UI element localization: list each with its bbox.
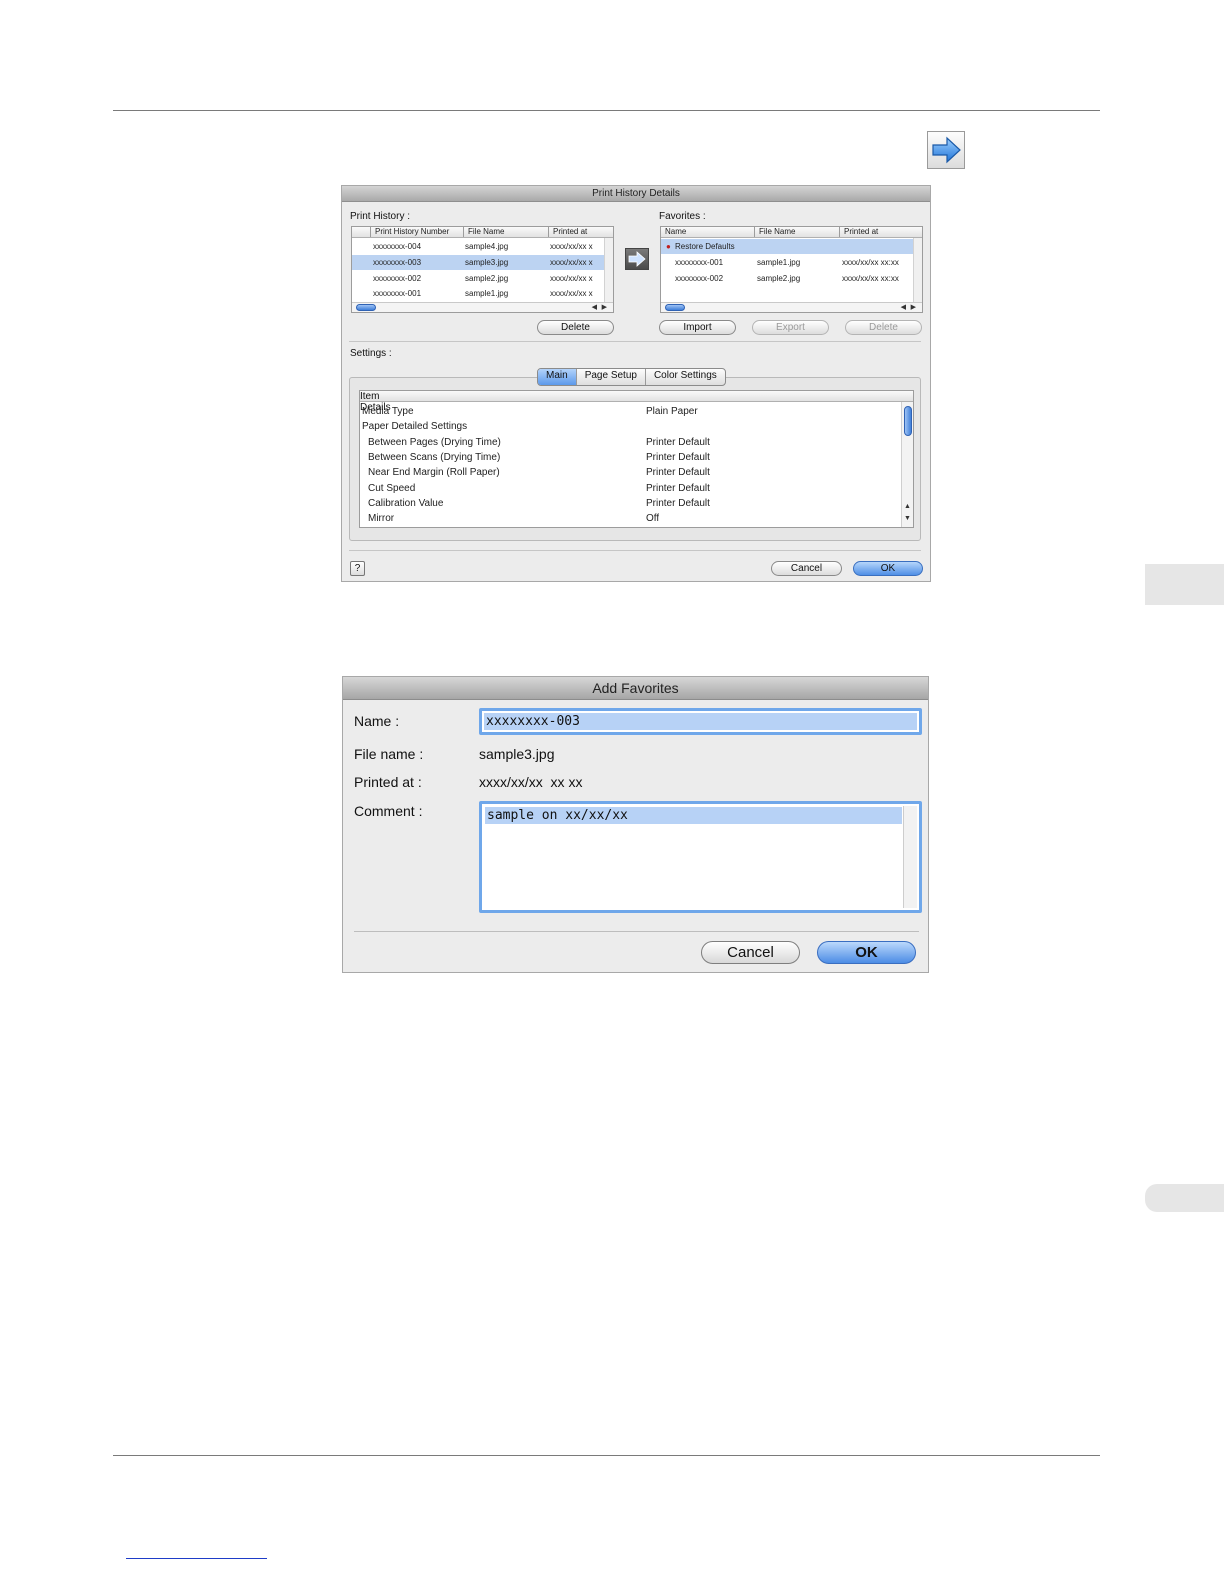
scroll-thumb[interactable] [904,406,912,436]
add-favorites-arrow-icon [927,131,965,169]
tab-page-setup[interactable]: Page Setup [575,369,645,385]
table-row[interactable]: xxxxxxxx-004 sample4.jpg xxxx/xx/xx x [352,239,613,254]
scroll-right-icon[interactable]: ▶ [911,303,916,312]
list-item[interactable]: Between Scans (Drying Time) Printer Defa… [360,450,900,465]
list-item[interactable]: Mirror Off [360,511,900,526]
name-label: Name : [354,713,400,729]
delete-history-button[interactable]: Delete [537,320,614,335]
list-header: Item Details [360,391,913,413]
column-header[interactable]: Item [360,391,635,402]
list-header: Print History Number File Name Printed a… [352,227,613,238]
scroll-left-icon[interactable]: ◀ [592,303,597,312]
delete-favorite-button[interactable]: Delete [845,320,922,335]
cancel-button[interactable]: Cancel [701,941,800,964]
footer-link-underline [126,1558,267,1559]
scroll-down-icon[interactable]: ▼ [904,514,911,524]
ok-button[interactable]: OK [853,561,923,576]
column-header[interactable]: File Name [463,227,546,237]
printed-at-value: xxxx/xx/xx xx xx [479,774,583,790]
cancel-button[interactable]: Cancel [771,561,842,576]
print-history-label: Print History : [350,211,411,222]
column-header[interactable]: Name [661,227,751,237]
scroll-thumb[interactable] [356,304,376,311]
top-rule [113,110,1100,111]
scroll-thumb[interactable] [665,304,685,311]
vertical-scrollbar[interactable]: ▲ ▼ [901,402,913,527]
divider [354,931,919,932]
favorites-list[interactable]: Name File Name Printed at ● Restore Defa… [660,226,923,313]
list-item[interactable]: Near End Margin (Roll Paper) Printer Def… [360,465,900,480]
table-row[interactable]: xxxxxxxx-002 sample2.jpg xxxx/xx/xx x [352,271,613,286]
column-header[interactable]: Print History Number [370,227,461,237]
table-row[interactable]: ● Restore Defaults [661,239,922,254]
dialog-title: Add Favorites [343,677,928,700]
scroll-left-icon[interactable]: ◀ [901,303,906,312]
favorites-label: Favorites : [659,211,706,222]
table-row[interactable]: xxxxxxxx-001 sample1.jpg xxxx/xx/xx xx:x… [661,255,922,270]
list-item[interactable]: Cut Speed Printer Default [360,481,900,496]
add-to-favorites-button[interactable] [625,248,649,270]
help-icon: ? [354,563,361,574]
import-button[interactable]: Import [659,320,736,335]
table-row[interactable]: xxxxxxxx-001 sample1.jpg xxxx/xx/xx x [352,286,613,301]
tab-main[interactable]: Main [538,369,576,385]
printed-at-label: Printed at : [354,774,422,790]
horizontal-scrollbar[interactable]: ◀ ▶ [661,302,922,312]
table-row[interactable]: xxxxxxxx-002 sample2.jpg xxxx/xx/xx xx:x… [661,271,922,286]
table-row[interactable]: xxxxxxxx-003 sample3.jpg xxxx/xx/xx x [352,255,613,270]
comment-label: Comment : [354,803,423,819]
list-item[interactable]: Media Type Plain Paper [360,404,900,419]
print-history-details-dialog: Print History Details Print History : Fa… [341,185,931,582]
comment-field[interactable]: sample on xx/xx/xx [479,801,922,913]
bullet-icon: ● [666,242,671,251]
add-favorites-dialog: Add Favorites Name : xxxxxxxx-003 File n… [342,676,929,973]
scroll-up-icon[interactable]: ▲ [904,502,911,512]
export-button[interactable]: Export [752,320,829,335]
column-header[interactable]: File Name [754,227,837,237]
settings-tabs: Main Page Setup Color Settings [537,368,726,386]
divider [349,550,921,551]
section-side-tab [1145,1184,1224,1212]
dialog-title: Print History Details [342,186,930,202]
vertical-scrollbar[interactable] [604,238,613,302]
divider [349,341,921,342]
horizontal-scrollbar[interactable]: ◀ ▶ [352,302,613,312]
help-button[interactable]: ? [350,561,365,576]
chapter-side-tab [1145,564,1224,605]
vertical-scrollbar[interactable] [913,238,922,302]
tab-color-settings[interactable]: Color Settings [644,369,725,385]
name-field[interactable]: xxxxxxxx-003 [479,708,922,735]
settings-label: Settings : [350,348,392,359]
name-value: xxxxxxxx-003 [484,713,917,730]
list-header: Name File Name Printed at [661,227,922,238]
column-header[interactable]: Printed at [839,227,914,237]
list-item[interactable]: Calibration Value Printer Default [360,496,900,511]
scroll-right-icon[interactable]: ▶ [602,303,607,312]
file-name-label: File name : [354,746,424,762]
list-item[interactable]: Paper Detailed Settings [360,419,900,434]
ok-button[interactable]: OK [817,941,916,964]
vertical-scrollbar[interactable] [903,806,917,908]
bottom-rule [113,1455,1100,1456]
print-history-list[interactable]: Print History Number File Name Printed a… [351,226,614,313]
settings-list[interactable]: Item Details Media Type Plain Paper Pape… [359,390,914,528]
column-header[interactable]: Printed at [548,227,613,237]
comment-value: sample on xx/xx/xx [485,807,902,824]
file-name-value: sample3.jpg [479,746,555,762]
arrow-right-icon [628,251,646,267]
list-item[interactable]: Between Pages (Drying Time) Printer Defa… [360,435,900,450]
